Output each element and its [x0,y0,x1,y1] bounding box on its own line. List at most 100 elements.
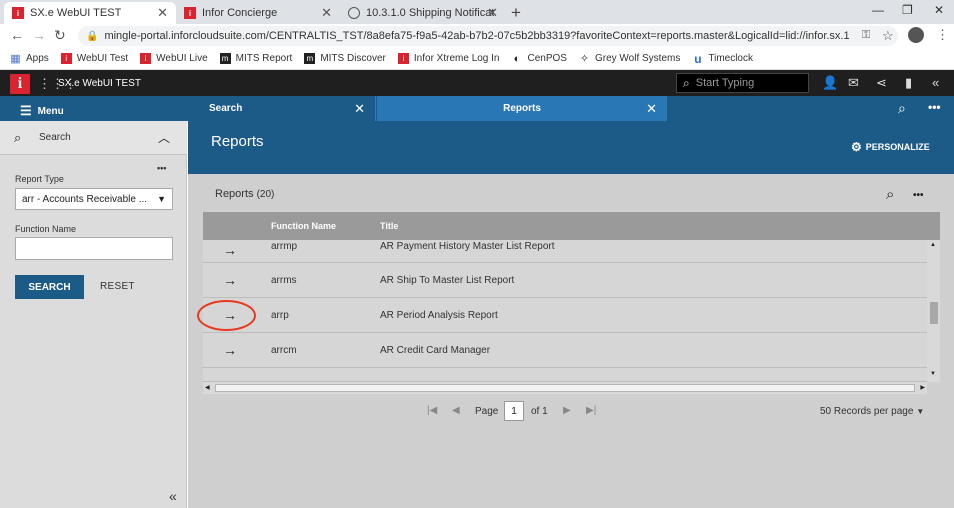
function-name-label: Function Name [15,224,77,234]
user-icon[interactable]: 👤 [822,75,838,91]
scroll-thumb[interactable] [215,384,915,392]
bookmark-webui-live[interactable]: i WebUI Live [140,53,208,64]
scroll-thumb[interactable] [930,302,938,324]
close-icon[interactable]: ✕ [487,5,498,21]
mail-icon[interactable]: ✉ [848,75,859,91]
app-name: SX.e WebUI TEST [58,78,141,89]
infor-icon: i [60,53,72,64]
chevron-down-icon: ▼ [157,194,166,204]
tab-search[interactable]: Search ✕ [188,96,376,121]
reload-icon[interactable]: ↻ [54,27,66,44]
apps-grid-icon: ▦ [10,53,21,65]
menu-button[interactable]: ☰ Menu [20,103,64,119]
page-title: Reports [211,133,264,150]
hamburger-icon: ☰ [20,103,32,118]
infor-icon: i [184,7,196,19]
report-type-select[interactable]: arr - Accounts Receivable ... ▼ [15,188,173,210]
new-tab-button[interactable]: + [511,3,521,23]
page-number-input[interactable]: 1 [504,401,524,421]
column-function-name[interactable]: Function Name [271,221,336,231]
search-button[interactable]: SEARCH [15,275,84,299]
bookmark-mits-discover[interactable]: m MITS Discover [304,53,386,64]
chevron-up-icon[interactable]: ︿ [158,129,170,146]
table-row[interactable]: → arrp AR Period Analysis Report [203,298,927,333]
table-row[interactable]: → arrms AR Ship To Master List Report [203,263,927,298]
browser-tab-shipping[interactable]: 10.3.1.0 Shipping Notification.bo ✕ [340,2,506,24]
drill-arrow-icon[interactable]: → [223,342,237,358]
bookmark-mits-report[interactable]: m MITS Report [219,53,292,64]
table-row[interactable]: → arrmp AR Payment History Master List R… [203,240,927,263]
profile-avatar-icon[interactable] [908,27,924,43]
mits-icon: m [304,53,316,64]
collapse-left-icon[interactable]: « [169,488,177,504]
drill-arrow-icon[interactable]: → [223,272,237,288]
function-name-input[interactable] [15,237,173,260]
bookmark-cenpos[interactable]: ◐ CenPOS [512,53,567,65]
window-close-icon[interactable]: ✕ [934,3,944,17]
chevron-down-icon: ▼ [916,407,925,416]
infor-logo-icon: i [10,74,30,94]
collapse-panel-icon[interactable]: « [932,75,939,90]
global-search-input[interactable]: ⌕ Start Typing [676,73,809,93]
scroll-down-icon[interactable]: ▼ [930,371,936,377]
star-icon[interactable]: ☆ [882,28,894,44]
records-per-page-select[interactable]: 50 Records per page ▼ [820,406,924,417]
tab-reports[interactable]: Reports ✕ [377,96,667,121]
key-icon[interactable]: ⚿ [862,29,870,42]
close-icon[interactable]: ✕ [321,5,332,21]
reports-list-title: Reports (20) [215,188,275,200]
drill-arrow-icon[interactable]: → [223,242,237,258]
bookmark-grey-wolf[interactable]: ✧ Grey Wolf Systems [579,53,681,65]
prev-page-icon[interactable]: ◀ [452,405,460,416]
browser-tab-title: Infor Concierge [202,7,278,19]
reset-button[interactable]: RESET [100,281,135,292]
url-text: mingle-portal.inforcloudsuite.com/CENTRA… [104,30,850,42]
bookmark-icon[interactable]: ▮ [905,75,912,91]
close-icon[interactable]: ✕ [157,5,168,21]
page-count: of 1 [531,406,548,417]
column-title[interactable]: Title [380,221,398,231]
infor-icon: i [140,53,152,64]
browser-tab-sxe[interactable]: i SX.e WebUI TEST ✕ [4,2,176,24]
report-type-label: Report Type [15,174,64,184]
bookmark-webui-test[interactable]: i WebUI Test [60,53,128,64]
personalize-button[interactable]: ⚙ PERSONALIZE [851,140,930,154]
browser-tab-title: 10.3.1.0 Shipping Notification.bo [366,7,494,19]
table-row[interactable]: → arrcm AR Credit Card Manager [203,333,927,368]
share-icon[interactable]: ⋖ [876,75,887,91]
grid-header: Function Name Title [203,212,940,240]
last-page-icon[interactable]: ▶| [586,405,596,416]
more-vert-icon[interactable]: ⋮ [936,27,949,43]
more-horiz-icon[interactable]: ••• [913,190,924,201]
browser-tab-concierge[interactable]: i Infor Concierge ✕ [176,2,340,24]
search-icon[interactable]: ⌕ [898,100,906,117]
restore-icon[interactable]: ❐ [902,3,913,17]
wolf-icon: ✧ [579,53,590,65]
bookmark-timeclock[interactable]: u Timeclock [692,51,753,66]
scroll-right-icon[interactable]: ▶ [920,384,925,391]
timeclock-icon: u [694,51,702,66]
address-bar[interactable]: 🔒 mingle-portal.inforcloudsuite.com/CENT… [78,26,898,46]
more-horiz-icon[interactable]: ••• [157,163,166,173]
gear-icon: ⚙ [851,140,862,154]
first-page-icon[interactable]: |◀ [427,405,437,416]
table-row[interactable] [203,368,927,382]
next-page-icon[interactable]: ▶ [563,405,571,416]
minimize-icon[interactable]: — [872,3,884,17]
forward-icon[interactable]: → [32,27,46,43]
more-horiz-icon[interactable]: ••• [928,100,941,114]
bookmark-apps[interactable]: ▦ Apps [10,53,49,65]
horizontal-scrollbar[interactable]: ◀ ▶ [203,382,927,394]
bookmarks-bar: ▦ Apps i WebUI Test i WebUI Live m MITS Repo… [0,48,954,70]
close-icon[interactable]: ✕ [354,101,365,117]
scroll-left-icon[interactable]: ◀ [205,384,210,391]
mits-icon: m [219,53,231,64]
scroll-up-icon[interactable]: ▲ [930,242,936,248]
vertical-scrollbar[interactable]: ▲ ▼ [927,240,940,382]
search-panel-header[interactable]: ⌕ Search ︿ [0,121,187,155]
search-icon: ⌕ [683,75,690,90]
bookmark-infor-xtreme[interactable]: i Infor Xtreme Log In [397,53,500,64]
back-icon[interactable]: ← [10,27,24,43]
search-icon[interactable]: ⌕ [886,186,894,203]
close-icon[interactable]: ✕ [646,101,657,117]
